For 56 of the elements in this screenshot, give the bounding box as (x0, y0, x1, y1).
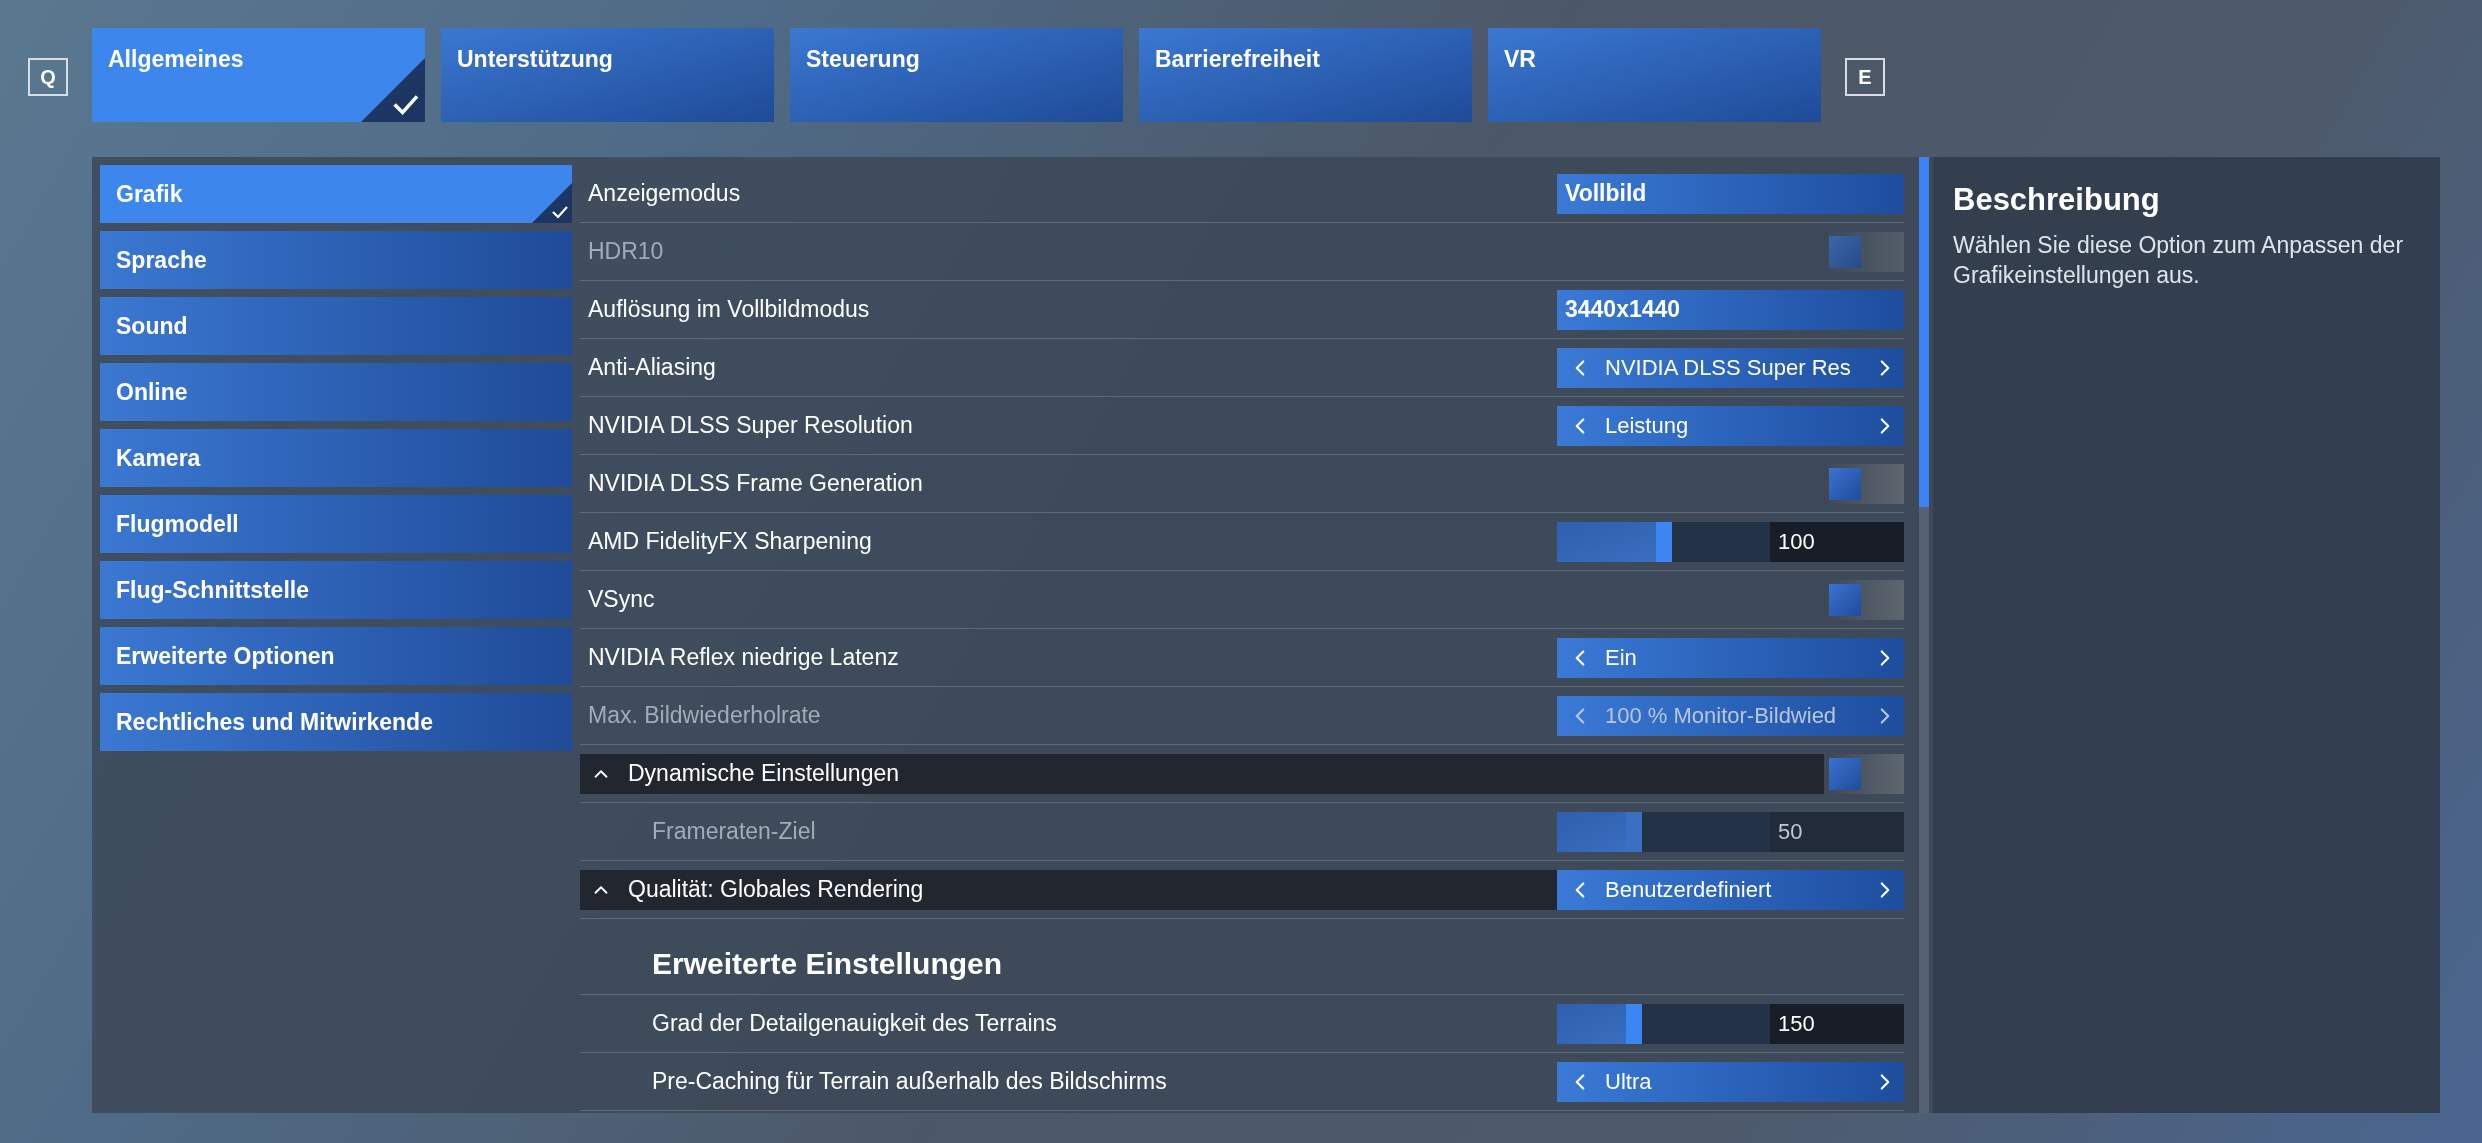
sidebar-item[interactable]: Online (100, 363, 572, 421)
setting-label: NVIDIA DLSS Frame Generation (588, 469, 924, 499)
sidebar-item[interactable]: Flug-Schnittstelle (100, 561, 572, 619)
section-header[interactable]: Dynamische Einstellungen (580, 753, 1904, 794)
category-tab[interactable]: Barrierefreiheit (1139, 28, 1472, 122)
check-corner-icon (361, 58, 425, 122)
sidebar-item[interactable]: Sprache (100, 231, 572, 289)
setting-label: Pre-Caching für Terrain außerhalb des Bildschirms (652, 1067, 1168, 1097)
slider-value: 50 (1770, 811, 1904, 852)
option-selector[interactable]: Benutzerdefiniert (1557, 869, 1904, 910)
scrollbar[interactable] (1919, 157, 1929, 1113)
setting-label: AMD FidelityFX Sharpening (588, 527, 873, 557)
section-title: Qualität: Globales Rendering (628, 875, 925, 905)
option-selector[interactable]: NVIDIA DLSS Super Res (1557, 347, 1904, 388)
sidebar-item[interactable]: Flugmodell (100, 495, 572, 553)
setting-label: HDR10 (588, 237, 665, 267)
selector-value: Benutzerdefiniert (1605, 876, 1773, 904)
selector-value: Ultra (1605, 1068, 1653, 1096)
check-corner-icon (532, 183, 572, 223)
description-title: Beschreibung (1953, 181, 2161, 219)
selector-value: Leistung (1605, 412, 1690, 440)
setting-label: NVIDIA Reflex niedrige Latenz (588, 643, 900, 673)
slider-value: 150 (1770, 1003, 1904, 1044)
sidebar-item[interactable]: Kamera (100, 429, 572, 487)
setting-label: VSync (588, 585, 656, 615)
setting-label: Anzeigemodus (588, 179, 742, 209)
selector-value: NVIDIA DLSS Super Res (1605, 354, 1852, 382)
toggle-switch[interactable] (1824, 753, 1904, 794)
selector-value: Ein (1605, 644, 1638, 672)
sidebar-item[interactable]: Rechtliches und Mitwirkende (100, 693, 572, 751)
setting-label: Frameraten-Ziel (652, 817, 817, 847)
option-selector[interactable]: Ultra (1557, 1061, 1904, 1102)
keyboard-key-hint: E (1845, 58, 1885, 96)
category-tab[interactable]: Steuerung (790, 28, 1123, 122)
dropdown-field[interactable]: 3440x1440 (1557, 289, 1904, 330)
section-title: Dynamische Einstellungen (628, 759, 901, 789)
section-subheading: Erweiterte Einstellungen (652, 946, 1003, 982)
setting-label: Anti-Aliasing (588, 353, 717, 383)
setting-label: Auflösung im Vollbildmodus (588, 295, 871, 325)
category-tab[interactable]: VR (1488, 28, 1821, 122)
section-header[interactable]: Qualität: Globales Rendering Benutzerdefiniert (580, 869, 1904, 910)
selector-value: 100 % Monitor-Bildwied (1605, 702, 1838, 730)
option-selector[interactable]: Ein (1557, 637, 1904, 678)
slider-value: 100 (1770, 521, 1904, 562)
category-tab[interactable]: Unterstützung (441, 28, 774, 122)
setting-label: Grad der Detailgenauigkeit des Terrains (652, 1009, 1058, 1039)
category-tab[interactable]: Allgemeines (92, 28, 425, 122)
sidebar-item[interactable]: Grafik (100, 165, 572, 223)
sidebar-item[interactable]: Sound (100, 297, 572, 355)
dropdown-field[interactable]: Vollbild (1557, 173, 1904, 214)
sidebar-item[interactable]: Erweiterte Optionen (100, 627, 572, 685)
keyboard-key-hint: Q (28, 58, 68, 96)
setting-label: Max. Bildwiederholrate (588, 701, 822, 731)
description-text: Wählen Sie diese Option zum Anpassen der Grafikeinstellungen aus. (1953, 230, 2405, 290)
option-selector[interactable]: Leistung (1557, 405, 1904, 446)
setting-label: NVIDIA DLSS Super Resolution (588, 411, 914, 441)
